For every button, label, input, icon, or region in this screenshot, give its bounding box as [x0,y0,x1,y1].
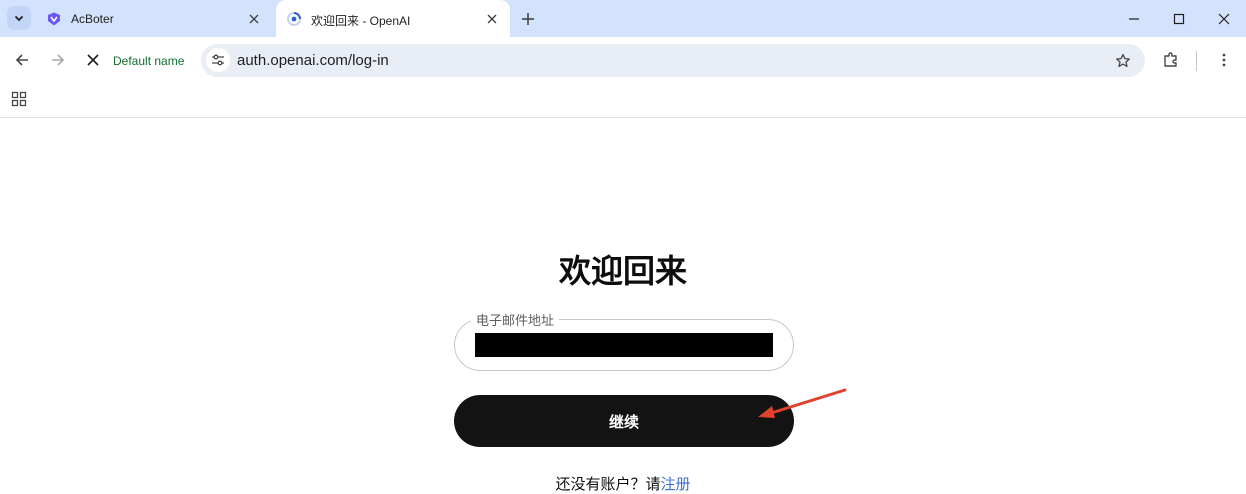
maximize-button[interactable] [1168,8,1190,30]
close-icon [87,54,99,66]
tab-strip: AcBoter 欢迎回来 - OpenAI [0,0,1246,37]
minimize-button[interactable] [1123,8,1145,30]
signup-prompt-text: 还没有账户？请 [555,475,661,493]
extensions-button[interactable] [1160,49,1182,71]
tab-acboter[interactable]: AcBoter [36,0,272,37]
new-tab-button[interactable] [518,9,538,29]
loading-spinner-icon [287,12,301,26]
email-input[interactable] [475,333,773,357]
apps-grid-icon [11,91,27,107]
star-icon [1116,53,1130,68]
continue-button[interactable]: 继续 [454,395,794,447]
more-vertical-icon [1222,53,1226,67]
tab-search-button[interactable] [7,6,31,30]
minimize-icon [1129,18,1139,20]
close-tab-icon[interactable] [484,11,500,27]
address-bar[interactable]: auth.openai.com/log-in [201,44,1145,77]
apps-button[interactable] [10,90,28,108]
maximize-icon [1173,13,1185,25]
chevron-down-icon [14,15,24,22]
signup-link[interactable]: 注册 [661,475,691,493]
url-text[interactable]: auth.openai.com/log-in [237,52,389,69]
tab-title: 欢迎回来 - OpenAI [311,14,411,28]
close-window-button[interactable] [1213,8,1235,30]
acboter-logo-icon [48,12,60,26]
annotation-arrow-icon [758,388,847,418]
forward-button[interactable] [47,49,69,71]
page-title: 欢迎回来 [558,252,687,290]
stop-loading-button[interactable] [82,49,104,71]
back-button[interactable] [11,49,33,71]
bookmarks-bar [0,84,1246,118]
login-page: 欢迎回来 电子邮件地址 继续 还没有账户？请注册 [0,119,1246,494]
bookmark-star-button[interactable] [1113,51,1133,71]
browser-toolbar: Default name auth.openai.com/log-in [0,37,1246,84]
puzzle-icon [1164,52,1177,67]
signup-prompt: 还没有账户？请注册 [0,473,1246,494]
plus-icon [522,13,534,25]
email-field[interactable]: 电子邮件地址 [454,310,794,371]
close-icon [1218,13,1230,25]
tab-openai-login[interactable]: 欢迎回来 - OpenAI [276,0,510,37]
email-field-label: 电子邮件地址 [471,310,560,329]
toolbar-divider [1196,51,1197,71]
arrow-right-icon [52,54,65,66]
arrow-left-icon [15,54,28,66]
profile-name-label[interactable]: Default name [113,54,184,68]
tune-icon [212,54,224,66]
site-info-button[interactable] [206,48,230,72]
tab-title: AcBoter [71,12,114,26]
close-tab-icon[interactable] [246,11,262,27]
browser-menu-button[interactable] [1213,49,1235,71]
